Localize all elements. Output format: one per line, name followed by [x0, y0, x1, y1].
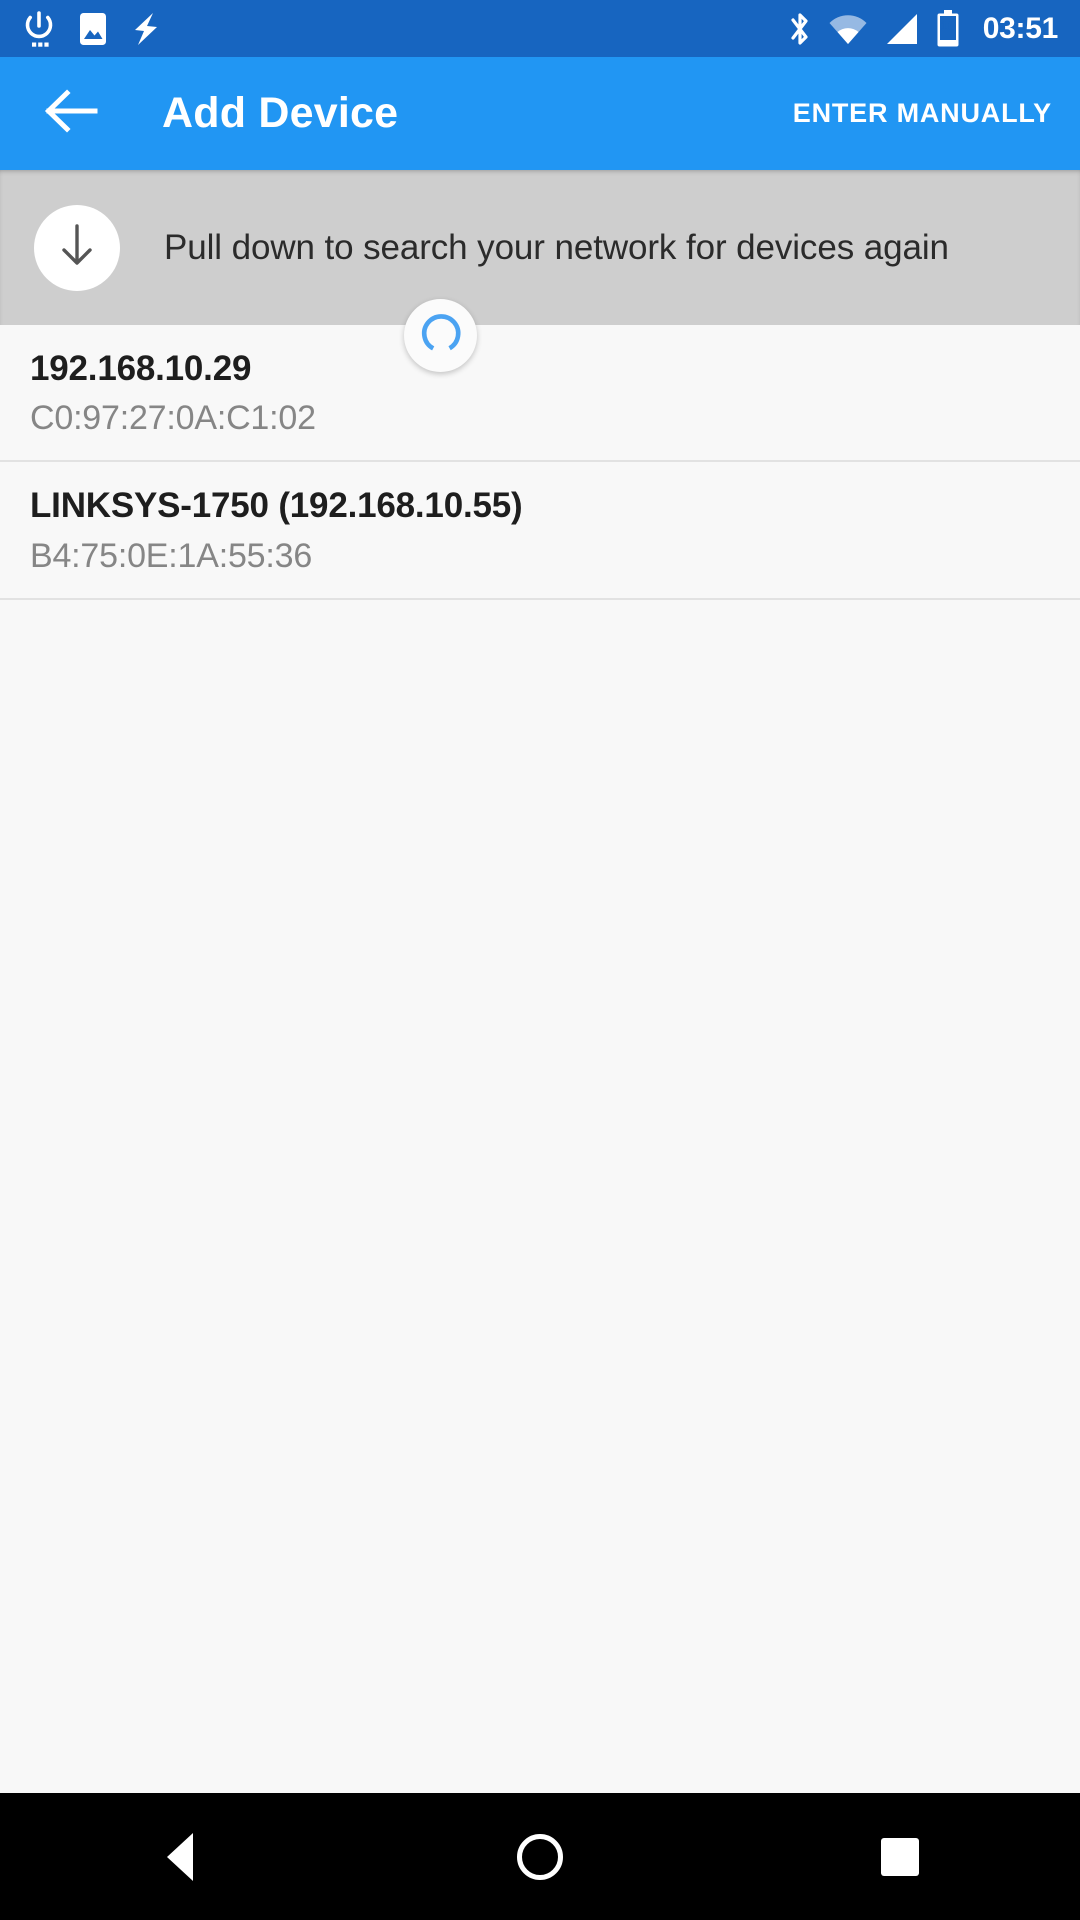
back-button[interactable]	[40, 83, 102, 145]
device-list-item[interactable]: LINKSYS-1750 (192.168.10.55) B4:75:0E:1A…	[0, 462, 1080, 599]
battery-icon: 16	[935, 10, 961, 48]
page-title: Add Device	[162, 89, 398, 138]
pull-down-badge	[34, 205, 120, 291]
lightning-bolt-icon	[130, 11, 162, 47]
enter-manually-button[interactable]: ENTER MANUALLY	[773, 88, 1052, 139]
device-list-item[interactable]: 192.168.10.29 C0:97:27:0A:C1:02	[0, 325, 1080, 462]
nav-recents-icon	[881, 1838, 919, 1876]
cellular-signal-icon	[883, 12, 921, 46]
pull-to-refresh-hint: Pull down to search your network for dev…	[164, 228, 949, 268]
power-icon	[22, 9, 56, 49]
arrow-down-icon	[57, 222, 97, 273]
status-bar: 16 03:51	[0, 0, 1080, 57]
nav-back-button[interactable]	[120, 1812, 240, 1902]
nav-home-button[interactable]	[480, 1812, 600, 1902]
bluetooth-icon	[787, 10, 813, 48]
status-bar-right-icons: 16 03:51	[787, 10, 1058, 48]
app-bar: Add Device ENTER MANUALLY	[0, 57, 1080, 170]
status-bar-clock: 03:51	[983, 12, 1058, 46]
device-name: LINKSYS-1750 (192.168.10.55)	[30, 486, 1050, 526]
wifi-icon	[827, 12, 869, 46]
image-icon	[78, 12, 108, 46]
device-name: 192.168.10.29	[30, 349, 1050, 389]
loading-spinner-icon	[419, 311, 463, 360]
nav-back-icon	[167, 1833, 193, 1881]
device-mac-address: B4:75:0E:1A:55:36	[30, 537, 1050, 576]
battery-level-label: 16	[935, 19, 961, 32]
device-mac-address: C0:97:27:0A:C1:02	[30, 399, 1050, 438]
refresh-spinner	[404, 299, 477, 372]
nav-home-icon	[517, 1834, 563, 1880]
android-navigation-bar	[0, 1793, 1080, 1920]
android-screen: 16 03:51 Add Device ENTER MANUALLY Pull …	[0, 0, 1080, 1920]
pull-to-refresh-panel[interactable]: Pull down to search your network for dev…	[0, 170, 1080, 325]
status-bar-left-icons	[22, 9, 162, 49]
device-list: 192.168.10.29 C0:97:27:0A:C1:02 LINKSYS-…	[0, 325, 1080, 1793]
nav-recents-button[interactable]	[840, 1812, 960, 1902]
back-arrow-icon	[43, 88, 99, 139]
